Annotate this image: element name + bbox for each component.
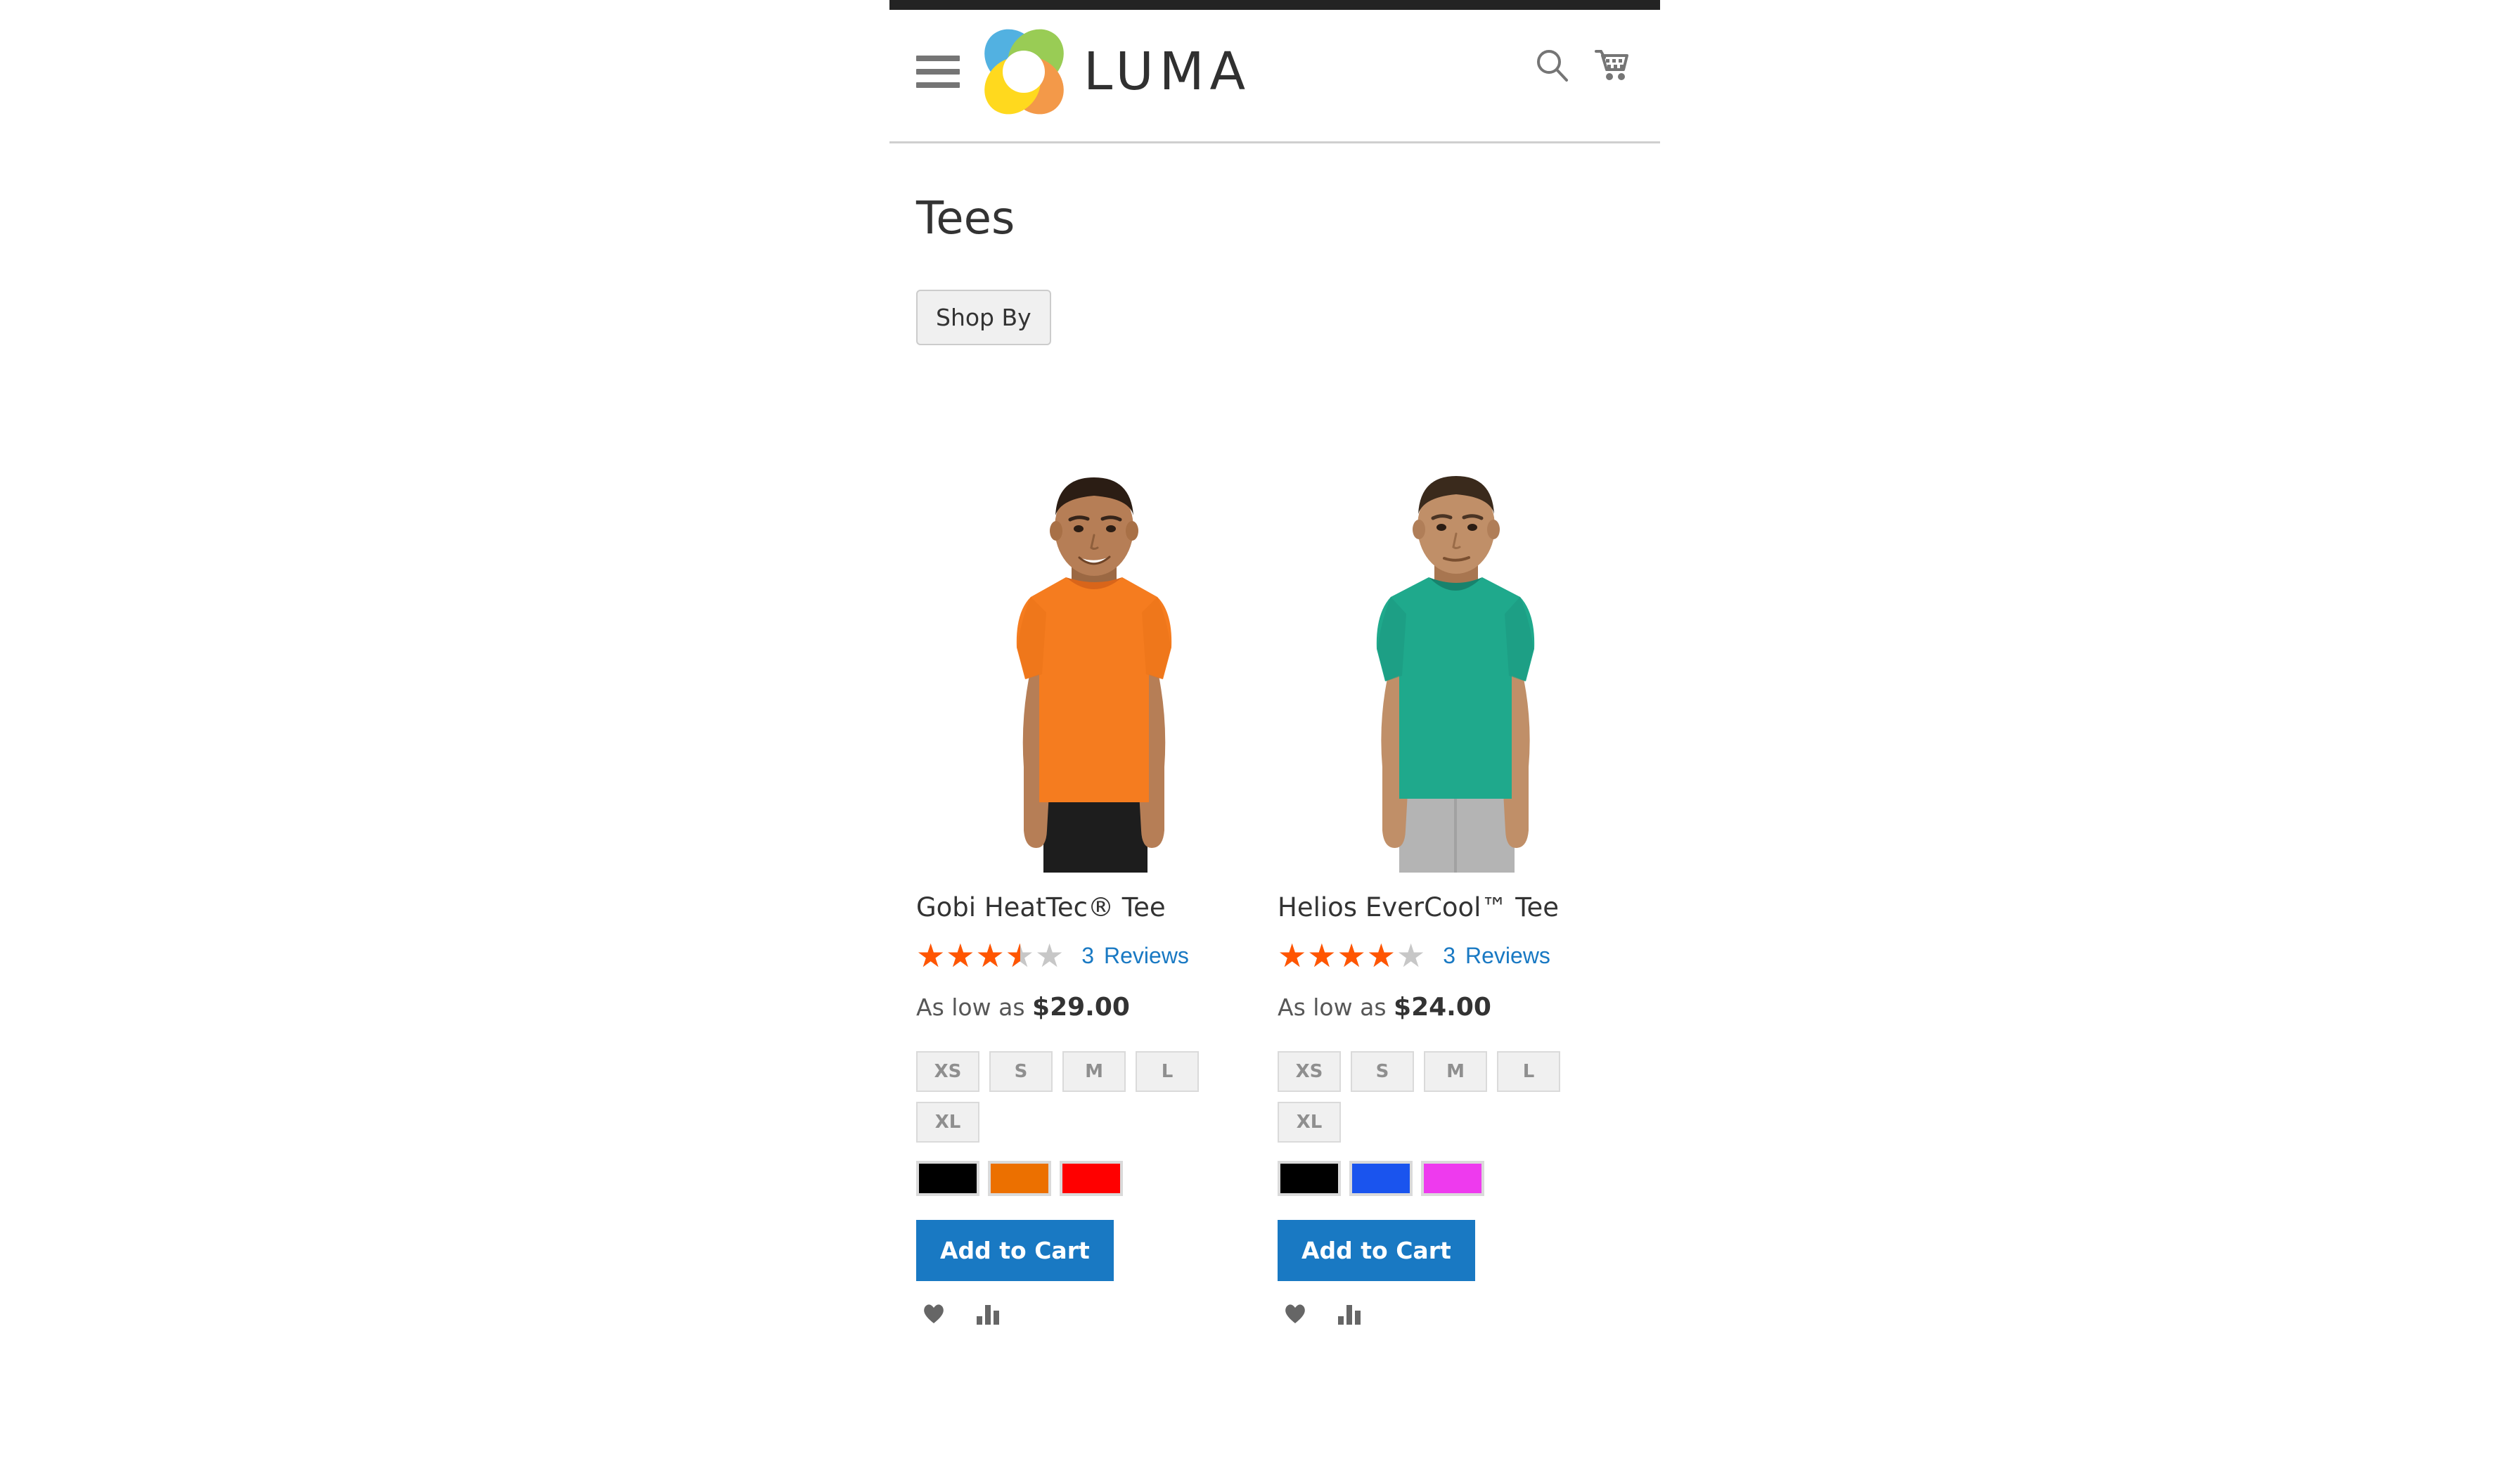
top-dark-bar bbox=[889, 0, 1660, 10]
product-image[interactable] bbox=[1287, 437, 1624, 873]
header-icon-group bbox=[1534, 46, 1631, 88]
page-title: Tees bbox=[916, 193, 1015, 245]
color-swatch[interactable] bbox=[916, 1161, 979, 1197]
compare-bars-icon[interactable] bbox=[975, 1302, 1001, 1328]
main-content: Tees Shop By Gobi HeatTec® Tee ★★★★★ ★★★… bbox=[889, 194, 1660, 1328]
page-container: LUMA Tees Shop By Gobi HeatTec® Tee ★★★★… bbox=[889, 0, 1660, 1466]
price-amount: $24.00 bbox=[1394, 993, 1491, 1022]
reviews-link[interactable]: Reviews bbox=[1104, 943, 1189, 969]
size-swatch[interactable]: M bbox=[1424, 1051, 1487, 1093]
size-swatch[interactable]: S bbox=[989, 1051, 1053, 1093]
product-actions bbox=[1278, 1302, 1633, 1328]
hamburger-line bbox=[916, 69, 960, 75]
price-prefix: As low as bbox=[916, 994, 1025, 1022]
star-rating: ★★★★★ ★★★★★ bbox=[916, 939, 1065, 972]
reviews-link[interactable]: Reviews bbox=[1465, 943, 1550, 969]
hamburger-menu-icon[interactable] bbox=[916, 56, 960, 88]
color-swatch[interactable] bbox=[988, 1161, 1051, 1197]
product-item: Gobi HeatTec® Tee ★★★★★ ★★★★★ 3 Reviews … bbox=[916, 437, 1272, 1328]
size-swatch-group: XS S M L XL bbox=[1278, 1051, 1573, 1143]
size-swatch[interactable]: L bbox=[1497, 1051, 1560, 1093]
product-grid: Gobi HeatTec® Tee ★★★★★ ★★★★★ 3 Reviews … bbox=[916, 437, 1633, 1328]
shop-by-button[interactable]: Shop By bbox=[916, 290, 1051, 346]
price-amount: $29.00 bbox=[1032, 993, 1130, 1022]
luma-logo-icon bbox=[979, 27, 1068, 116]
review-count[interactable]: 3 bbox=[1081, 943, 1094, 969]
product-name[interactable]: Helios EverCool™ Tee bbox=[1278, 892, 1633, 922]
color-swatch[interactable] bbox=[1278, 1161, 1341, 1197]
size-swatch[interactable]: XS bbox=[1278, 1051, 1341, 1093]
add-to-cart-button[interactable]: Add to Cart bbox=[1278, 1220, 1475, 1282]
hamburger-line bbox=[916, 82, 960, 88]
review-count[interactable]: 3 bbox=[1443, 943, 1455, 969]
site-logo[interactable]: LUMA bbox=[979, 27, 1251, 116]
hamburger-line bbox=[916, 56, 960, 61]
brand-wordmark: LUMA bbox=[1084, 41, 1252, 102]
compare-bars-icon[interactable] bbox=[1337, 1302, 1362, 1328]
heart-icon[interactable] bbox=[922, 1302, 946, 1328]
size-swatch[interactable]: XL bbox=[916, 1102, 979, 1143]
color-swatch[interactable] bbox=[1060, 1161, 1123, 1197]
product-actions bbox=[916, 1302, 1272, 1328]
color-swatch[interactable] bbox=[1421, 1161, 1484, 1197]
product-item: Helios EverCool™ Tee ★★★★★ ★★★★★ 3 Revie… bbox=[1278, 437, 1633, 1328]
price-prefix: As low as bbox=[1278, 994, 1387, 1022]
size-swatch-group: XS S M L XL bbox=[916, 1051, 1211, 1143]
size-swatch[interactable]: M bbox=[1062, 1051, 1126, 1093]
product-rating: ★★★★★ ★★★★★ 3 Reviews bbox=[1278, 939, 1633, 972]
size-swatch[interactable]: L bbox=[1136, 1051, 1199, 1093]
size-swatch[interactable]: XS bbox=[916, 1051, 979, 1093]
product-name[interactable]: Gobi HeatTec® Tee bbox=[916, 892, 1272, 922]
product-image[interactable] bbox=[925, 437, 1263, 873]
color-swatch-group bbox=[1278, 1161, 1633, 1197]
shopping-cart-icon[interactable] bbox=[1593, 46, 1631, 88]
add-to-cart-button[interactable]: Add to Cart bbox=[916, 1220, 1114, 1282]
search-icon[interactable] bbox=[1534, 46, 1571, 88]
site-header: LUMA bbox=[889, 10, 1660, 143]
star-rating-filled: ★★★★★ bbox=[916, 939, 1020, 972]
size-swatch[interactable]: S bbox=[1351, 1051, 1414, 1093]
star-rating: ★★★★★ ★★★★★ bbox=[1278, 939, 1426, 972]
size-swatch[interactable]: XL bbox=[1278, 1102, 1341, 1143]
product-price: As low as $29.00 bbox=[916, 993, 1272, 1022]
color-swatch[interactable] bbox=[1349, 1161, 1413, 1197]
product-price: As low as $24.00 bbox=[1278, 993, 1633, 1022]
star-rating-filled: ★★★★★ bbox=[1278, 939, 1396, 972]
color-swatch-group bbox=[916, 1161, 1272, 1197]
heart-icon[interactable] bbox=[1283, 1302, 1307, 1328]
product-rating: ★★★★★ ★★★★★ 3 Reviews bbox=[916, 939, 1272, 972]
